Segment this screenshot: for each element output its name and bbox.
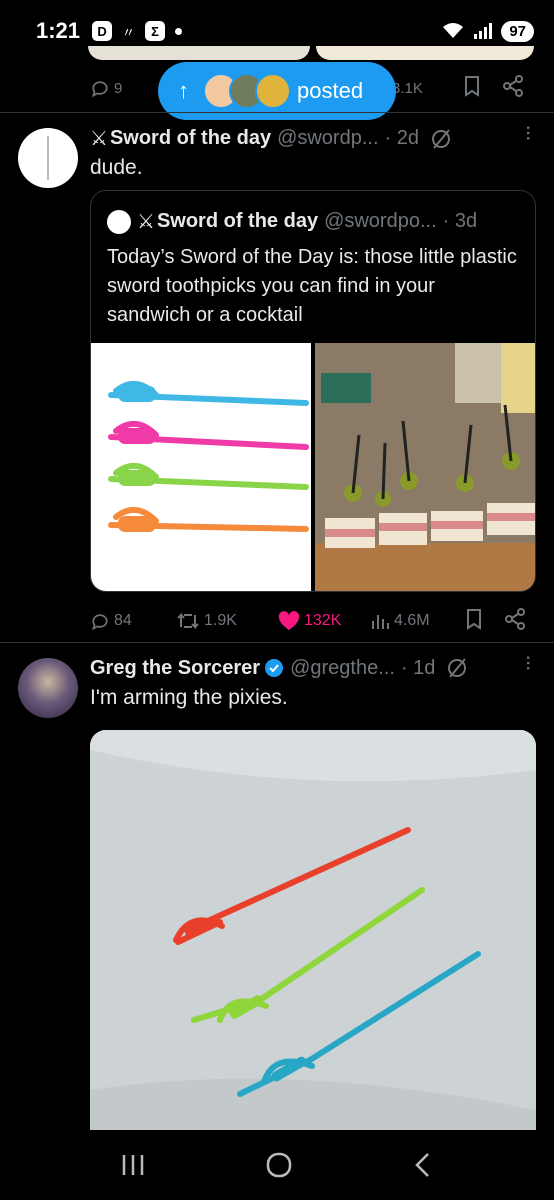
quote-header: ⚔ Sword of the day @swordpo... · 3d: [107, 209, 477, 234]
tweet-time[interactable]: · 2d: [385, 127, 419, 150]
sandwich-picks-photo: [315, 343, 535, 591]
tweet-text: dude.: [90, 156, 143, 179]
sword-picks-illustration: [108, 381, 309, 532]
tweet-text: I'm arming the pixies.: [90, 686, 288, 709]
avatar[interactable]: [18, 658, 78, 718]
author-name[interactable]: Greg the Sorcerer: [90, 657, 260, 680]
quote-time: · 3d: [442, 210, 478, 232]
notification-dot-icon: [175, 27, 183, 35]
crossed-swords-icon: ⚔: [90, 128, 108, 150]
repost-count: 1.9K: [204, 612, 237, 629]
views-icon: [372, 615, 389, 629]
repost-button[interactable]: 1.9K: [176, 611, 237, 631]
heart-icon: [278, 611, 300, 630]
author-handle[interactable]: @gregthe...: [290, 657, 395, 680]
reply-icon: [91, 81, 108, 98]
more-options-icon[interactable]: ···: [516, 654, 542, 670]
plastic-swords-photo: [90, 730, 536, 1130]
sword-avatar-icon: [47, 136, 49, 180]
quote-text: Today’s Sword of the Day is: those littl…: [107, 246, 517, 326]
bookmark-icon: [467, 608, 481, 630]
arrow-up-icon: ↑: [178, 78, 189, 103]
pill-avatar-3: [255, 73, 291, 109]
views-count: 3.1K: [392, 79, 423, 97]
author-handle[interactable]: @swordp...: [277, 127, 378, 150]
author-name[interactable]: Sword of the day: [110, 127, 271, 150]
quote-author-handle: @swordpo...: [324, 210, 437, 232]
share-button[interactable]: [504, 607, 526, 635]
bookmark-button[interactable]: [464, 608, 484, 635]
tweet[interactable]: ⚔ Sword of the day @swordp... · 2d ··· d…: [0, 112, 554, 642]
app-notification-icon: D: [92, 21, 113, 41]
share-icon: [505, 607, 525, 630]
sigma-app-icon: Σ: [145, 21, 166, 41]
back-icon[interactable]: [412, 1151, 434, 1179]
tweet-header: ⚔ Sword of the day @swordp... · 2d: [90, 126, 453, 151]
like-count: 132K: [304, 612, 342, 629]
share-icon: [503, 75, 523, 97]
views-count: 4.6M: [394, 612, 430, 629]
grok-icon[interactable]: [445, 656, 469, 680]
views-button[interactable]: 3.1K: [392, 80, 423, 97]
previous-tweet-media-right[interactable]: [316, 46, 534, 60]
avatar[interactable]: [18, 128, 78, 188]
quote-author-name: Sword of the day: [156, 210, 319, 232]
previous-tweet-media-left[interactable]: [88, 46, 310, 60]
posted-label: posted: [297, 78, 364, 103]
reply-button[interactable]: 9: [90, 78, 122, 98]
reply-button[interactable]: 84: [90, 611, 132, 631]
quote-image-sandwiches[interactable]: [315, 343, 535, 591]
quoted-tweet[interactable]: ⚔ Sword of the day @swordpo... · 3d Toda…: [90, 190, 536, 592]
status-time: 1:21: [36, 18, 81, 43]
share-button[interactable]: [502, 75, 524, 101]
wifi-icon: [443, 23, 464, 38]
crossed-swords-icon: ⚔: [137, 211, 155, 233]
verified-badge-icon: [265, 659, 284, 677]
quote-image-sword-picks[interactable]: [91, 343, 311, 591]
reply-icon: [91, 614, 108, 631]
tweet-actions: 84 1.9K 132K 4.6M: [90, 606, 530, 636]
quote-avatar: [107, 209, 131, 234]
tweet-header: Greg the Sorcerer @gregthe... · 1d: [90, 656, 469, 680]
views-button[interactable]: 4.6M: [370, 611, 430, 631]
cell-signal-icon: [474, 23, 493, 39]
tweet-time[interactable]: · 1d: [401, 657, 435, 680]
bookmark-icon: [465, 76, 479, 97]
reply-count: 9: [114, 79, 123, 97]
grok-icon[interactable]: [429, 127, 453, 151]
recent-apps-icon[interactable]: [120, 1153, 146, 1177]
more-options-icon[interactable]: ···: [516, 124, 542, 140]
tweet-photo[interactable]: [90, 730, 536, 1130]
android-nav-bar: [0, 1130, 554, 1200]
bookmark-button[interactable]: [462, 75, 482, 101]
home-icon[interactable]: [265, 1151, 293, 1179]
signal-notification-icon: 〃: [122, 24, 136, 40]
like-button[interactable]: 132K: [278, 611, 341, 631]
reply-count: 84: [114, 612, 132, 629]
battery-indicator: 97: [501, 20, 534, 42]
repost-icon: [177, 612, 199, 630]
